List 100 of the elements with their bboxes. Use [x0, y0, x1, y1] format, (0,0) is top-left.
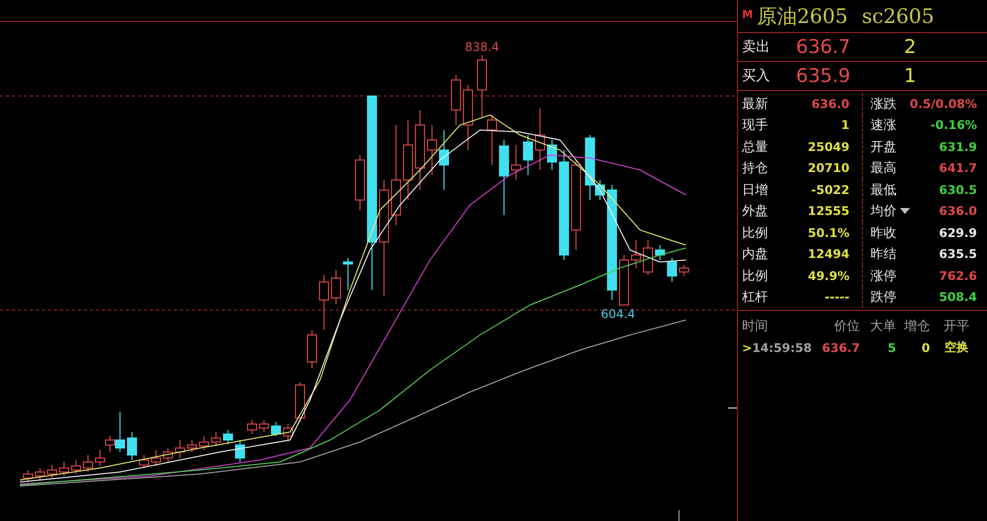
stat-label: 比例: [742, 224, 768, 242]
candlestick: [487, 114, 497, 166]
stat-label: 总量: [742, 138, 768, 156]
stat-label: 最低: [870, 182, 896, 199]
stat-value: 50.1%: [808, 226, 850, 240]
trade-time: 14:59:58: [752, 340, 812, 354]
candlestick: [439, 130, 449, 190]
candlestick: [127, 432, 137, 460]
trade-position-change: 0: [920, 340, 930, 354]
candlestick: [319, 274, 329, 330]
candlestick: [211, 432, 221, 446]
stat-label: 涨跌: [870, 96, 896, 113]
candlestick: [667, 258, 677, 282]
stat-label: 开盘: [870, 138, 896, 156]
candlestick: [95, 450, 105, 466]
stat-label: 昨结: [870, 246, 896, 264]
stat-value: 641.7: [939, 161, 977, 176]
book-price: 635.9: [796, 65, 852, 87]
book-volume: 2: [903, 36, 918, 58]
candlestick: [477, 54, 487, 118]
candlestick: [655, 244, 665, 260]
stat-label: 昨收: [870, 224, 896, 242]
stat-value: -0.16%: [930, 118, 977, 132]
stat-value: 629.9: [939, 226, 977, 240]
candlestick: [223, 430, 233, 444]
trade-action: 空换: [944, 339, 970, 356]
column-header: 价位: [833, 318, 860, 335]
column-header: 增仓: [903, 318, 930, 335]
stat-label: 内盘: [742, 246, 768, 264]
candlestick: [679, 264, 689, 276]
low-price-label: 604.4: [600, 307, 636, 321]
book-volume: 1: [903, 65, 918, 87]
book-price: 636.7: [796, 36, 852, 58]
candlestick: [271, 422, 281, 436]
candlestick: [71, 460, 81, 474]
column-header: 时间: [742, 318, 769, 335]
candlestick: [643, 240, 653, 276]
stat-label: 日增: [742, 182, 768, 199]
stat-label: 均价: [870, 202, 910, 220]
book-label: 买入: [742, 67, 771, 85]
candlestick: [535, 108, 545, 170]
stat-label: 跌停: [870, 289, 896, 306]
stat-label: 涨停: [870, 268, 896, 285]
stat-label: 现手: [742, 117, 768, 134]
candlestick: [139, 454, 149, 468]
candlestick: [23, 470, 33, 482]
high-price-label: 838.4: [464, 40, 500, 54]
stat-label: 持仓: [742, 160, 768, 178]
stat-value: 1: [841, 118, 850, 132]
candlestick: [463, 84, 473, 150]
market-letter: M: [742, 8, 753, 21]
stat-label: 最高: [870, 160, 896, 178]
candlestick: [283, 424, 293, 440]
stat-label: 速涨: [870, 117, 896, 134]
column-header: 开平: [942, 318, 970, 335]
contract-code: sc2605: [862, 4, 934, 28]
stat-value: 49.9%: [808, 268, 850, 283]
candlestick: [187, 440, 197, 452]
stat-label: 比例: [742, 268, 768, 285]
candlestick: [151, 450, 161, 466]
trade-price: 636.7: [821, 340, 860, 354]
candlestick: [343, 258, 353, 290]
stat-value: 25049: [808, 140, 850, 154]
candlestick: [163, 448, 173, 462]
stat-label: 外盘: [742, 203, 768, 220]
candlestick: [619, 254, 629, 306]
stat-value: 0.5/0.08%: [910, 96, 977, 111]
candlestick: [427, 124, 437, 176]
candlestick: [59, 462, 69, 476]
candlestick: [35, 468, 45, 480]
stat-label: 杠杆: [742, 289, 768, 306]
stat-value: 12494: [808, 247, 850, 262]
column-header: 大单: [869, 318, 896, 335]
stat-value: 631.9: [939, 140, 977, 154]
stat-value: 636.0: [939, 204, 977, 218]
candlestick: [235, 440, 245, 462]
candlestick: [175, 440, 185, 458]
contract-title: 原油2605: [756, 2, 848, 30]
candlestick: [47, 464, 57, 478]
stat-value: 635.5: [939, 247, 977, 262]
stat-value: 636.0: [812, 96, 850, 111]
stat-value: 762.6: [939, 268, 977, 283]
candlestick: [511, 144, 521, 180]
stat-value: -----: [824, 290, 850, 304]
stat-value: 508.4: [939, 290, 977, 304]
stat-label: 最新: [742, 96, 768, 113]
candlestick: [83, 454, 93, 472]
candlestick: [199, 436, 209, 450]
trade-big-order: 5: [886, 340, 896, 354]
stat-value: 20710: [808, 161, 850, 176]
stat-value: 630.5: [939, 182, 977, 197]
stat-value: -5022: [811, 182, 850, 197]
dropdown-caret-icon[interactable]: [900, 208, 910, 214]
candlestick: [547, 140, 557, 170]
current-row-marker: >: [742, 340, 752, 354]
candlestick: [259, 420, 269, 432]
candlestick: [523, 134, 533, 176]
book-label: 卖出: [742, 38, 771, 56]
candlestick: [631, 240, 641, 268]
candlestick: [355, 154, 365, 210]
